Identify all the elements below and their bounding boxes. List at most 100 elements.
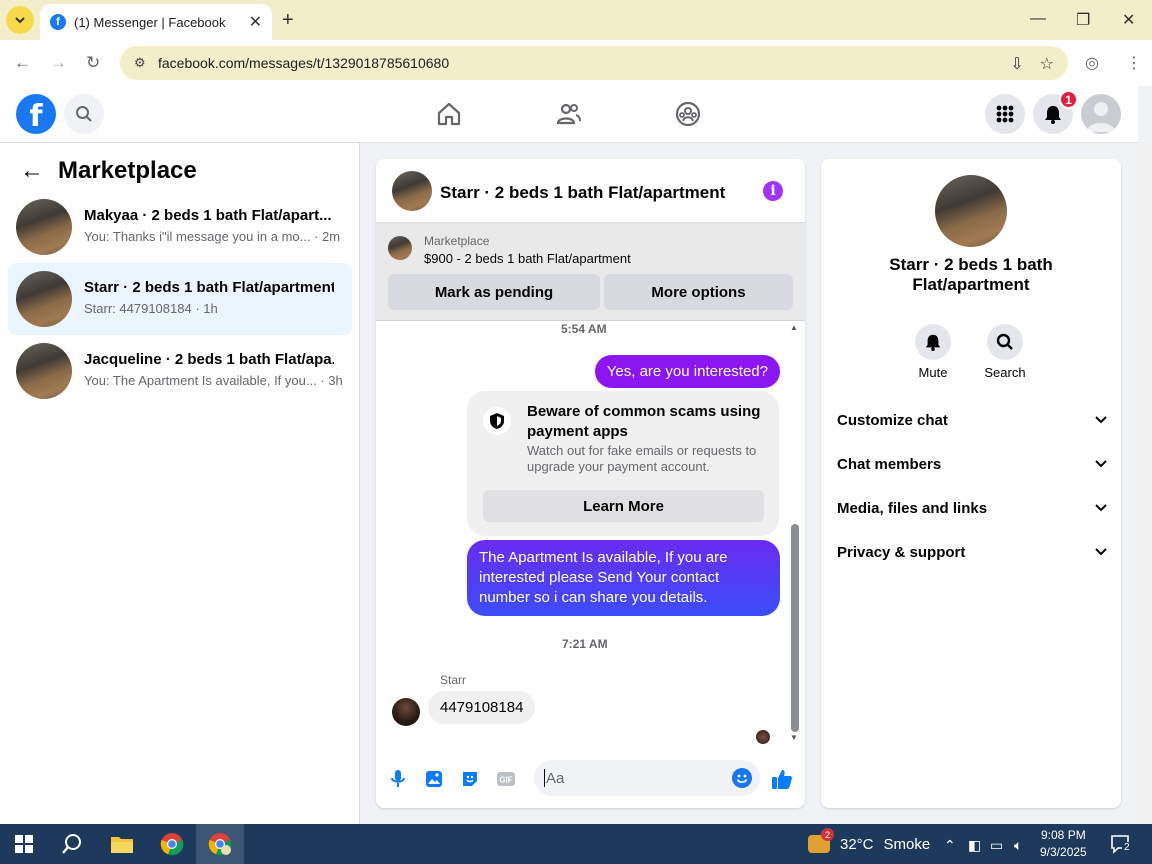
more-options-button[interactable]: More options: [604, 274, 793, 310]
tab-title: (1) Messenger | Facebook: [74, 14, 226, 30]
chevron-up-icon[interactable]: ⌃: [944, 837, 956, 854]
mute-button[interactable]: Mute: [903, 324, 963, 380]
emoji-icon[interactable]: [732, 768, 752, 788]
tab-search-button[interactable]: [6, 6, 34, 34]
message-input[interactable]: Aa: [534, 760, 760, 796]
listing-price[interactable]: $900 - 2 beds 1 bath Flat/apartment: [424, 251, 631, 266]
chat-title[interactable]: Starr · 2 beds 1 bath Flat/apartment: [440, 183, 725, 203]
weather-widget[interactable]: 2 32°C Smoke: [808, 828, 930, 853]
chrome-button[interactable]: [148, 824, 196, 864]
default-avatar-icon: [1087, 102, 1115, 132]
system-clock[interactable]: 9:08 PM 9/3/2025: [1040, 827, 1087, 861]
start-button[interactable]: [0, 824, 48, 864]
section-label: Privacy & support: [837, 543, 966, 561]
back-arrow-icon[interactable]: ←: [20, 157, 44, 185]
incoming-message: 4479108184: [428, 691, 536, 724]
learn-more-button[interactable]: Learn More: [483, 490, 764, 522]
bookmark-star-icon[interactable]: ☆: [1040, 54, 1054, 74]
bell-icon: [915, 324, 951, 360]
conversation-preview: Starr: 4479108184 · 1h: [84, 301, 218, 316]
friends-icon: [556, 103, 581, 125]
weather-badge: 2: [821, 828, 834, 841]
windows-taskbar: 2 32°C Smoke ⌃ ◧ ▭ 🔈︎ 9:08 PM 9/3/2025 2: [0, 824, 1152, 864]
conversation-item-active[interactable]: Starr · 2 beds 1 bath Flat/apartment Sta…: [8, 263, 352, 335]
listing-thumbnail: [16, 343, 72, 399]
conversation-preview: You: The Apartment Is available, If you.…: [84, 373, 343, 388]
friends-nav-button[interactable]: [555, 100, 583, 128]
chat-thumbnail[interactable]: [392, 171, 432, 211]
conversation-name: Makyaa · 2 beds 1 bath Flat/apart...: [84, 207, 332, 224]
home-nav-button[interactable]: [435, 100, 463, 128]
home-icon: [437, 102, 461, 126]
file-explorer-button[interactable]: [98, 824, 146, 864]
sticker-icon[interactable]: [458, 767, 482, 791]
chevron-down-icon: [1095, 460, 1107, 468]
weather-temp: 32°C: [840, 835, 874, 853]
menu-button[interactable]: [985, 94, 1025, 134]
forward-button[interactable]: →: [50, 53, 67, 73]
facebook-logo-icon[interactable]: f: [16, 94, 56, 134]
site-info-icon[interactable]: ⚙: [134, 55, 150, 71]
groups-nav-button[interactable]: [674, 100, 702, 128]
search-icon: [62, 834, 81, 854]
search-in-chat-button[interactable]: Search: [975, 324, 1035, 380]
scroll-down-icon[interactable]: ▼: [790, 733, 798, 742]
chrome-profile-icon: [208, 833, 232, 856]
chat-scrollbar[interactable]: [791, 524, 799, 732]
account-avatar[interactable]: [1081, 94, 1121, 134]
search-icon: [76, 106, 92, 122]
volume-icon[interactable]: 🔈︎: [1014, 837, 1022, 854]
media-files-row[interactable]: Media, files and links: [837, 486, 1107, 530]
profile-icon[interactable]: ◎: [1085, 53, 1099, 73]
thumbs-up-icon[interactable]: [770, 767, 794, 791]
section-label: Media, files and links: [837, 499, 988, 517]
grid-menu-icon: [996, 105, 1014, 123]
reload-button[interactable]: ↻: [86, 53, 100, 73]
chrome-icon: [160, 833, 184, 856]
minimize-button[interactable]: —: [1030, 10, 1046, 28]
chat-info-thumbnail[interactable]: [935, 175, 1007, 247]
new-tab-button[interactable]: +: [282, 9, 294, 32]
mark-pending-button[interactable]: Mark as pending: [388, 274, 600, 310]
more-menu-icon[interactable]: ⋮: [1126, 53, 1142, 73]
chat-members-row[interactable]: Chat members: [837, 442, 1107, 486]
search-button[interactable]: [64, 94, 104, 134]
scam-warning-description: Watch out for fake emails or requests to…: [527, 443, 757, 474]
install-app-icon[interactable]: ⇩: [1010, 54, 1023, 74]
scroll-up-icon[interactable]: ▲: [790, 323, 798, 332]
network-icon[interactable]: ▭: [990, 837, 1003, 854]
info-icon[interactable]: i: [763, 181, 783, 201]
back-button[interactable]: ←: [14, 53, 31, 73]
close-window-button[interactable]: ✕: [1122, 10, 1135, 30]
seen-indicator-avatar: [756, 730, 770, 744]
chrome-profile-button[interactable]: [196, 824, 244, 864]
privacy-support-row[interactable]: Privacy & support: [837, 530, 1107, 574]
browser-tab-bar: f (1) Messenger | Facebook ✕ + — ❐ ✕: [0, 0, 1152, 40]
customize-chat-row[interactable]: Customize chat: [837, 398, 1107, 442]
chat-panel: Starr · 2 beds 1 bath Flat/apartment i M…: [376, 159, 805, 808]
search-label: Search: [984, 365, 1026, 380]
taskbar-search-button[interactable]: [48, 824, 96, 864]
chevron-down-icon: [1095, 416, 1107, 424]
browser-tab[interactable]: f (1) Messenger | Facebook ✕: [40, 4, 272, 40]
chat-header: Starr · 2 beds 1 bath Flat/apartment i: [376, 159, 805, 223]
marketplace-label: Marketplace: [424, 234, 490, 248]
meet-now-icon[interactable]: ◧: [968, 837, 981, 854]
conversation-item[interactable]: Makyaa · 2 beds 1 bath Flat/apart... You…: [8, 191, 352, 263]
notification-center-icon[interactable]: 2: [1110, 834, 1132, 857]
tab-close-icon[interactable]: ✕: [249, 12, 262, 32]
scam-warning-card: Beware of common scams using payment app…: [467, 391, 779, 536]
clock-time: 9:08 PM: [1041, 828, 1086, 842]
bell-icon: [1045, 106, 1061, 124]
sender-avatar[interactable]: [392, 698, 420, 726]
preview-text: You: Thanks i"il message you in a mo...: [84, 229, 311, 244]
photo-icon[interactable]: [422, 767, 446, 791]
conversation-item[interactable]: Jacqueline · 2 beds 1 bath Flat/apa... Y…: [8, 335, 352, 407]
microphone-icon[interactable]: [386, 767, 410, 791]
address-bar[interactable]: ⚙ facebook.com/messages/t/13290187856106…: [120, 46, 1068, 80]
gif-icon[interactable]: GIF: [494, 767, 518, 791]
svg-text:GIF: GIF: [499, 776, 512, 785]
page-scrollbar[interactable]: [1138, 143, 1152, 824]
maximize-button[interactable]: ❐: [1076, 10, 1090, 30]
windows-logo-icon: [15, 835, 33, 853]
